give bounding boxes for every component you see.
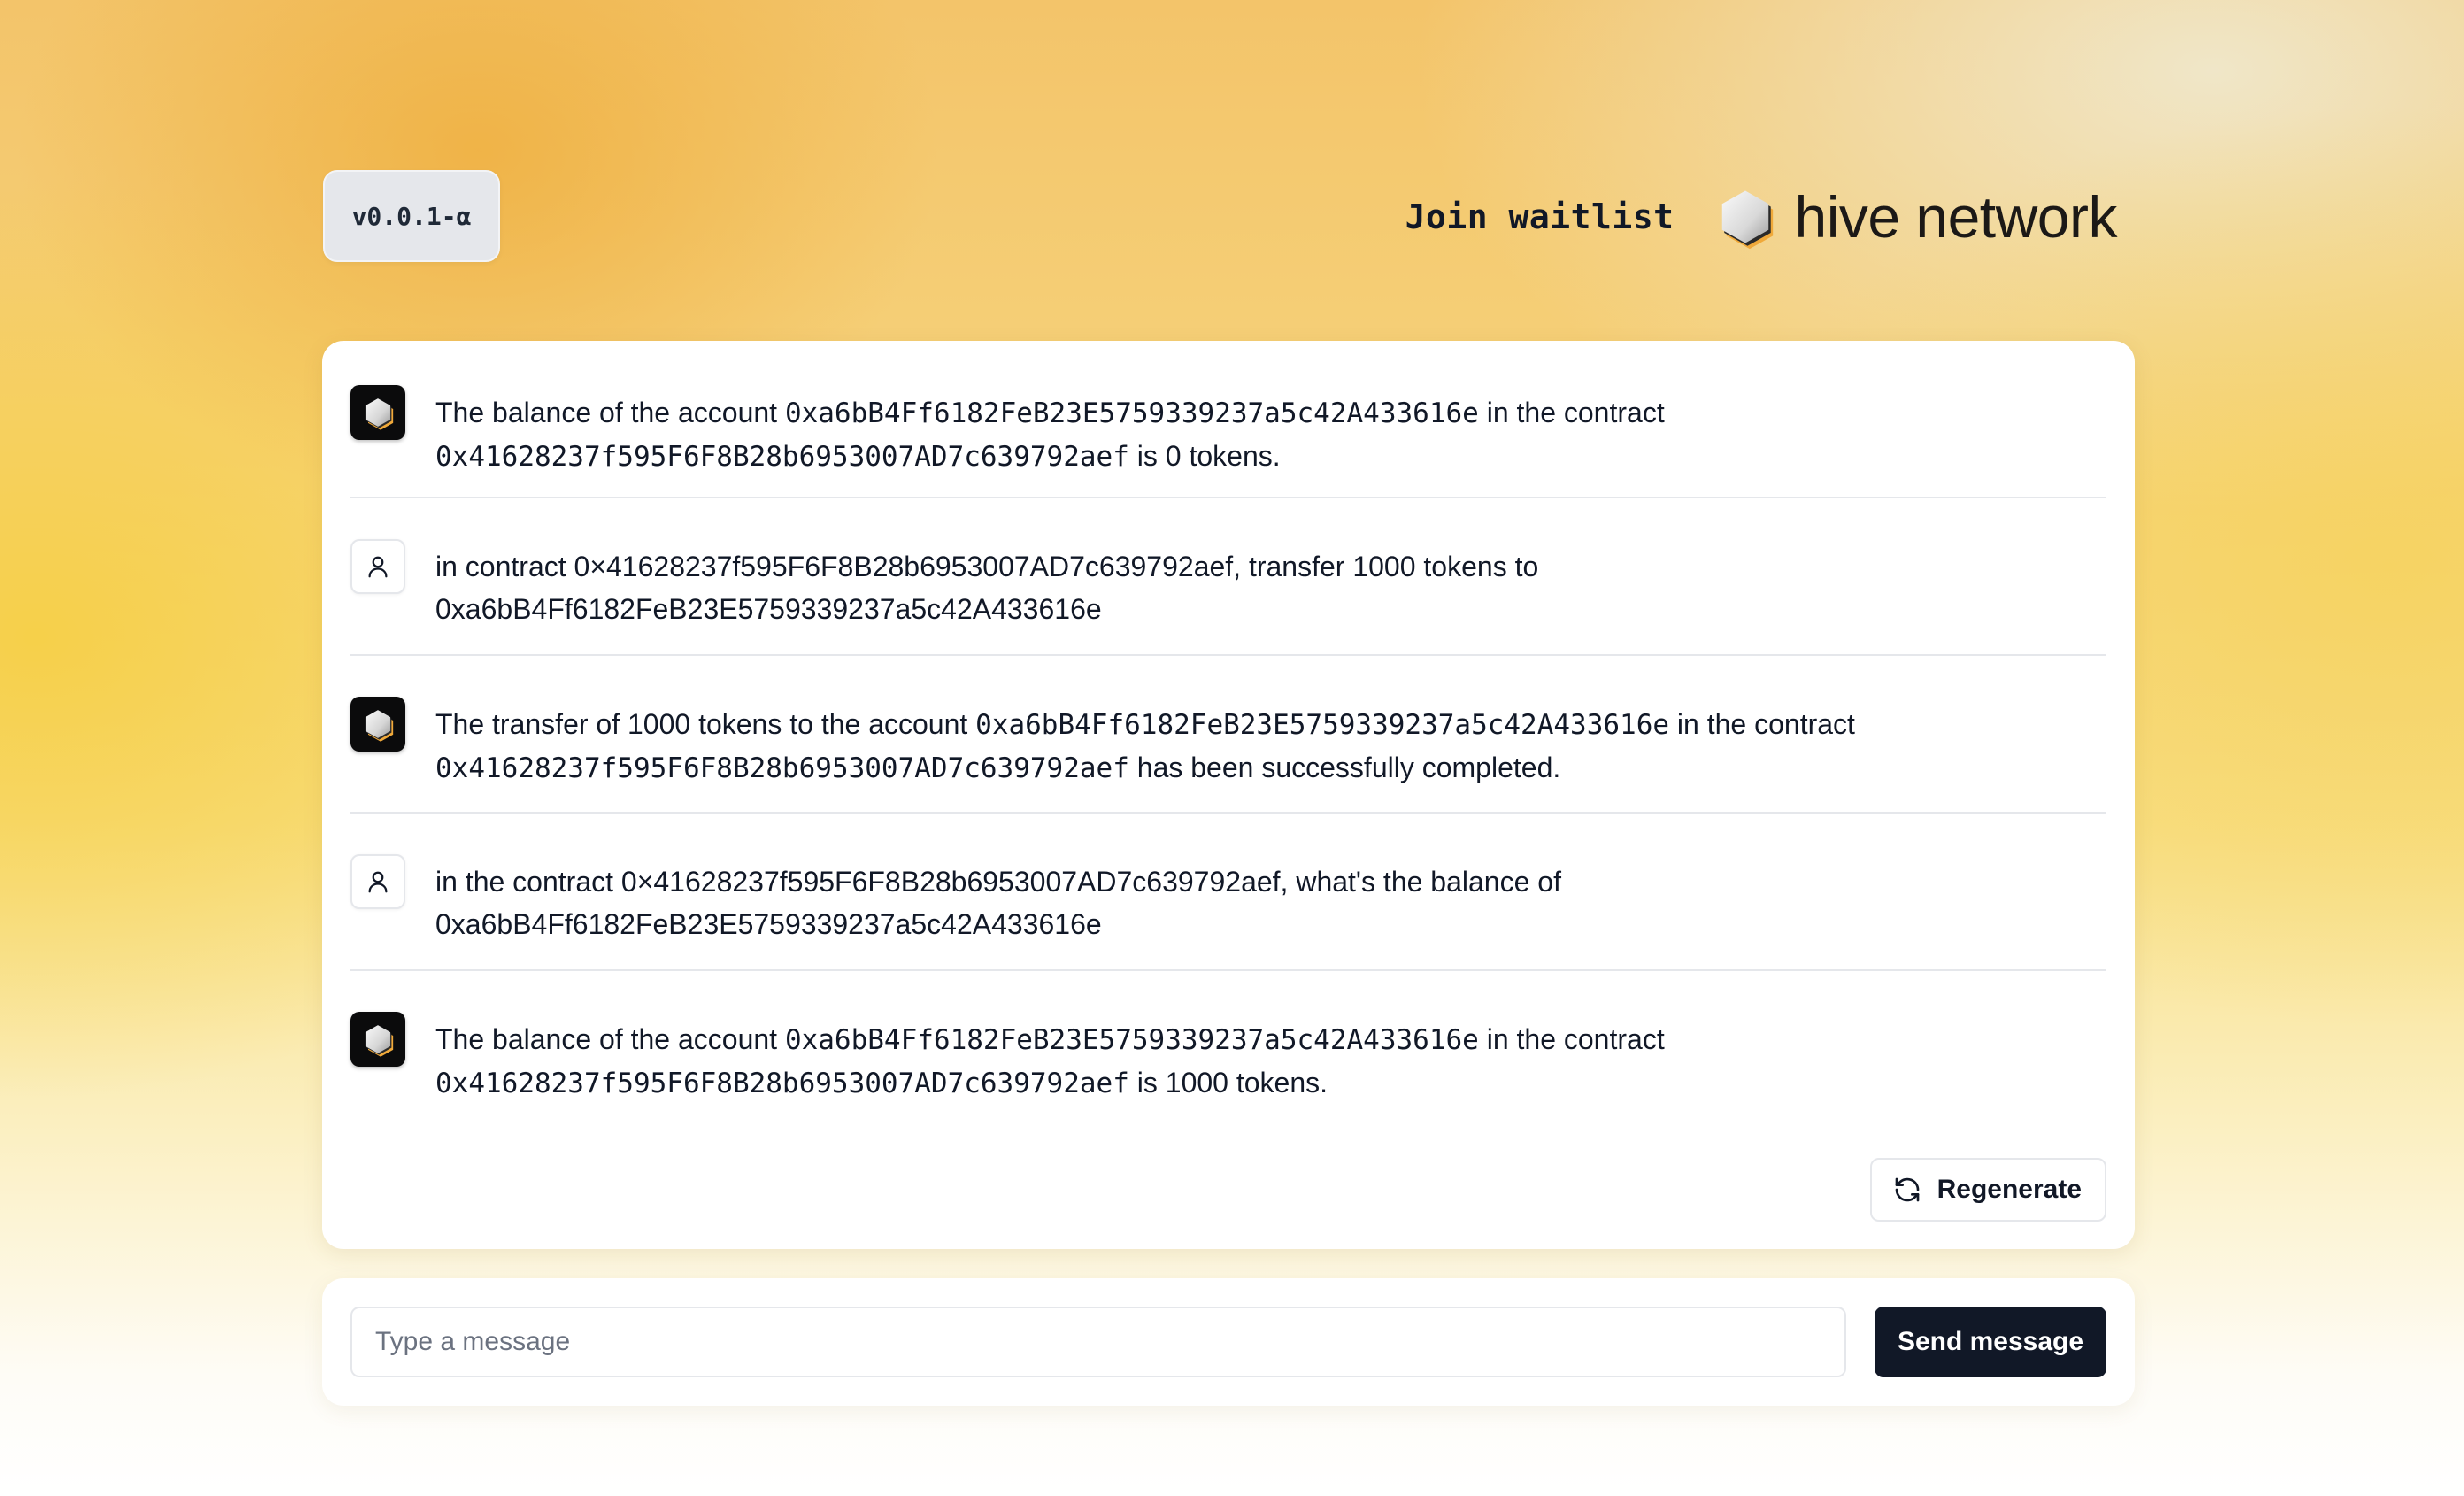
assistant-message: The transfer of 1000 tokens to the accou… bbox=[350, 656, 2106, 814]
message-text: The balance of the account 0xa6bB4Ff6182… bbox=[435, 1018, 2046, 1105]
message-fragment: is 1000 tokens. bbox=[1128, 1067, 1328, 1099]
bot-avatar bbox=[350, 697, 405, 752]
address-text: 0xa6bB4Ff6182FeB23E5759339237a5c42A43361… bbox=[784, 397, 1479, 429]
assistant-message: The balance of the account 0xa6bB4Ff6182… bbox=[350, 341, 2106, 498]
brand-name: hive network bbox=[1794, 184, 2117, 250]
regenerate-button[interactable]: Regenerate bbox=[1869, 1158, 2106, 1222]
user-avatar bbox=[350, 539, 405, 594]
header-nav: Join waitlist hive network bbox=[1405, 177, 2118, 257]
message-fragment: The balance of the account bbox=[435, 1023, 785, 1055]
message-text: The balance of the account 0xa6bB4Ff6182… bbox=[435, 391, 2046, 478]
address-text: 0xa6bB4Ff6182FeB23E5759339237a5c42A43361… bbox=[975, 709, 1670, 741]
message-text: The transfer of 1000 tokens to the accou… bbox=[435, 703, 2046, 790]
message-fragment: in contract 0×41628237f595F6F8B28b695300… bbox=[435, 551, 1539, 625]
chat-panel: The balance of the account 0xa6bB4Ff6182… bbox=[322, 341, 2135, 1249]
message-fragment: in the contract bbox=[1669, 708, 1855, 740]
message-fragment: The balance of the account bbox=[435, 397, 785, 428]
bot-avatar bbox=[350, 1012, 405, 1067]
message-input[interactable] bbox=[350, 1307, 1846, 1377]
address-text: 0x41628237f595F6F8B28b6953007AD7c639792a… bbox=[435, 441, 1129, 473]
message-text: in contract 0×41628237f595F6F8B28b695300… bbox=[435, 545, 2046, 630]
message-fragment: has been successfully completed. bbox=[1128, 752, 1561, 783]
message-fragment: The transfer of 1000 tokens to the accou… bbox=[435, 708, 976, 740]
composer: Send message bbox=[322, 1278, 2135, 1406]
hive-logo-icon bbox=[358, 705, 397, 744]
message-text: in the contract 0×41628237f595F6F8B28b69… bbox=[435, 860, 2046, 945]
user-icon bbox=[365, 553, 391, 580]
bot-avatar bbox=[350, 385, 405, 440]
message-list: The balance of the account 0xa6bB4Ff6182… bbox=[350, 341, 2106, 1129]
send-message-button[interactable]: Send message bbox=[1875, 1307, 2106, 1377]
hive-logo-icon bbox=[358, 393, 397, 432]
message-fragment: in the contract 0×41628237f595F6F8B28b69… bbox=[435, 866, 1561, 940]
message-fragment: in the contract bbox=[1478, 1023, 1665, 1055]
join-waitlist-link[interactable]: Join waitlist bbox=[1405, 197, 1675, 236]
address-text: 0x41628237f595F6F8B28b6953007AD7c639792a… bbox=[435, 752, 1129, 784]
refresh-icon bbox=[1895, 1177, 1919, 1202]
assistant-message: The balance of the account 0xa6bB4Ff6182… bbox=[350, 971, 2106, 1129]
hive-logo-icon bbox=[358, 1020, 397, 1059]
user-message: in contract 0×41628237f595F6F8B28b695300… bbox=[350, 498, 2106, 656]
hive-logo-icon bbox=[1722, 190, 1774, 250]
user-avatar bbox=[350, 854, 405, 909]
user-icon bbox=[365, 868, 391, 895]
brand[interactable]: hive network bbox=[1709, 181, 2117, 253]
version-badge: v0.0.1-α bbox=[323, 170, 500, 262]
regenerate-label: Regenerate bbox=[1937, 1175, 2082, 1204]
address-text: 0x41628237f595F6F8B28b6953007AD7c639792a… bbox=[435, 1068, 1129, 1099]
address-text: 0xa6bB4Ff6182FeB23E5759339237a5c42A43361… bbox=[784, 1024, 1479, 1056]
user-message: in the contract 0×41628237f595F6F8B28b69… bbox=[350, 814, 2106, 971]
message-fragment: in the contract bbox=[1478, 397, 1665, 428]
message-fragment: is 0 tokens. bbox=[1128, 440, 1281, 472]
